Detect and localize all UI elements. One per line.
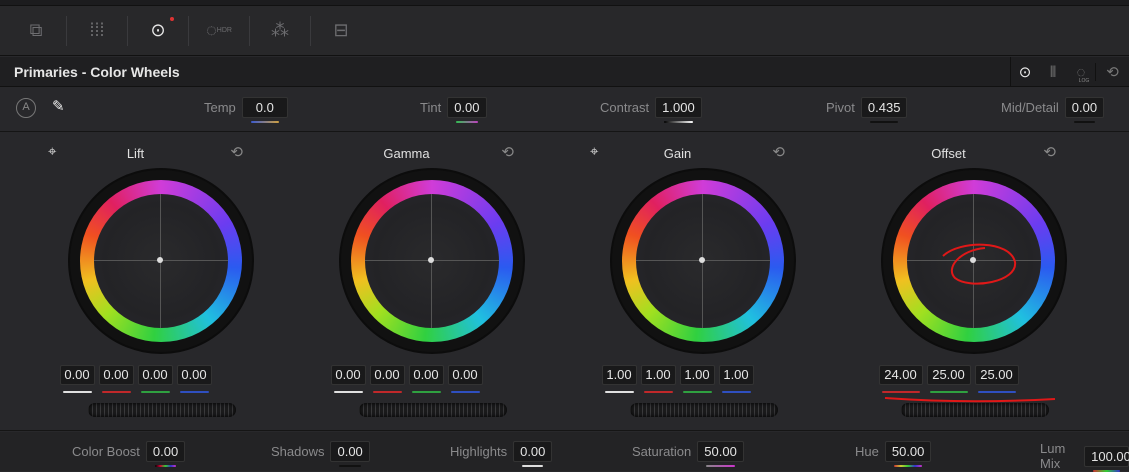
wheel-handle[interactable] <box>428 257 434 263</box>
tint-label: Tint <box>420 100 442 115</box>
adjustment-bar: A ✎ Temp 0.0 Tint 0.00 Contrast 1.000 Pivot… <box>0 88 1129 132</box>
g-value[interactable]: 25.00 <box>926 365 971 393</box>
y-value[interactable]: 0.00 <box>330 365 366 393</box>
lift-color-wheel[interactable] <box>70 170 252 352</box>
active-dot <box>170 16 174 21</box>
reset-icon[interactable]: ⟲ <box>230 143 243 161</box>
saturation-field[interactable]: 50.00 <box>697 441 744 467</box>
reset-icon[interactable]: ⟲ <box>772 143 785 161</box>
reset-icon[interactable]: ⟲ <box>1043 143 1056 161</box>
g-value[interactable]: 0.00 <box>137 365 173 393</box>
gain-color-wheel[interactable] <box>612 170 794 352</box>
hdr-wheels-icon[interactable]: ◌ HDR <box>197 15 241 47</box>
mid-detail-field[interactable]: 0.00 <box>1064 97 1105 123</box>
hdr-label: HDR <box>216 27 232 34</box>
pivot-value: 0.435 <box>867 100 901 115</box>
color-wheels-icon[interactable]: ⊙ <box>136 15 180 47</box>
g-value[interactable]: 0.00 <box>408 365 444 393</box>
b-value[interactable]: 0.00 <box>447 365 483 393</box>
master-wheel-slider[interactable] <box>359 403 507 417</box>
pivot-field[interactable]: 0.435 <box>860 97 908 123</box>
r-value[interactable]: 0.00 <box>369 365 405 393</box>
lum-mix-label: Lum Mix <box>1040 441 1066 471</box>
camera-raw-icon[interactable]: ⧉ <box>14 15 58 47</box>
lift-wheel-panel: ⌖ Lift ⟲ 0.00 0.00 0.00 0.00 <box>0 133 271 431</box>
saturation-label: Saturation <box>632 444 692 459</box>
color-boost-field[interactable]: 0.00 <box>145 441 186 467</box>
master-wheel-slider[interactable] <box>630 403 778 417</box>
lum-mix-field[interactable]: 100.00 <box>1084 445 1129 472</box>
gamma-wheel-panel: Gamma ⟲ 0.00 0.00 0.00 0.00 <box>271 133 542 431</box>
pivot-gradient <box>869 121 899 123</box>
y-value[interactable]: 0.00 <box>59 365 95 393</box>
divider <box>249 15 250 46</box>
wheel-handle[interactable] <box>157 257 163 263</box>
master-wheel-slider[interactable] <box>901 403 1049 417</box>
pivot-label: Pivot <box>826 100 855 115</box>
b-value[interactable]: 25.00 <box>974 365 1019 393</box>
reset-icon[interactable]: ⟲ <box>501 143 514 161</box>
divider <box>66 15 67 46</box>
mid-detail-label: Mid/Detail <box>1001 100 1059 115</box>
gain-wheel-panel: ⌖ Gain ⟲ 1.00 1.00 1.00 1.00 <box>542 133 813 431</box>
wheel-handle[interactable] <box>699 257 705 263</box>
color-wheels-area: ⌖ Lift ⟲ 0.00 0.00 0.00 0.00 Gamma ⟲ 0.0… <box>0 133 1129 431</box>
divider <box>188 15 189 46</box>
mid-detail-value: 0.00 <box>1071 100 1098 115</box>
gamma-color-wheel[interactable] <box>341 170 523 352</box>
shadows-label: Shadows <box>271 444 325 459</box>
g-value[interactable]: 1.00 <box>679 365 715 393</box>
contrast-value: 1.000 <box>662 100 695 115</box>
auto-balance-button[interactable]: A <box>16 98 36 118</box>
y-value[interactable]: 1.00 <box>601 365 637 393</box>
tint-gradient <box>456 121 478 123</box>
r-value[interactable]: 1.00 <box>640 365 676 393</box>
mid-detail-gradient <box>1073 121 1096 123</box>
offset-color-wheel[interactable] <box>883 170 1065 352</box>
offset-wheel-panel: Offset ⟲ 24.00 25.00 25.00 <box>813 133 1084 431</box>
tint-value: 0.00 <box>454 100 480 115</box>
panel-header: Primaries - Color Wheels ⊙ ⦀ ◌ LOG ⟲ <box>0 57 1129 87</box>
divider <box>127 15 128 46</box>
tint-field[interactable]: 0.00 <box>447 97 487 123</box>
wheels-mode-icon[interactable]: ⊙ <box>1011 63 1039 81</box>
log-label: LOG <box>1078 77 1090 84</box>
color-boost-label: Color Boost <box>72 444 140 459</box>
color-match-icon[interactable]: ⁞⁞⁞ <box>75 15 119 47</box>
highlights-label: Highlights <box>450 444 508 459</box>
contrast-gradient <box>664 121 693 123</box>
temp-label: Temp <box>204 100 236 115</box>
b-value[interactable]: 0.00 <box>176 365 212 393</box>
highlights-field[interactable]: 0.00 <box>513 441 553 467</box>
b-value[interactable]: 1.00 <box>718 365 754 393</box>
bars-mode-icon[interactable]: ⦀ <box>1039 64 1067 81</box>
r-value[interactable]: 24.00 <box>878 365 923 393</box>
panel-title: Primaries - Color Wheels <box>14 64 180 80</box>
hue-field[interactable]: 50.00 <box>884 441 932 467</box>
eyedropper-icon[interactable]: ✎ <box>52 97 65 115</box>
rgb-mixer-icon[interactable]: ⁂ <box>258 15 302 47</box>
motion-effects-icon[interactable]: ⊟ <box>319 15 363 47</box>
master-wheel-slider[interactable] <box>88 403 236 417</box>
bottom-adjustments: Color Boost 0.00 Shadows 0.00 Highlights 0.… <box>0 432 1129 472</box>
temp-field[interactable]: 0.0 <box>241 97 288 123</box>
log-mode-icon[interactable]: ◌ LOG <box>1067 64 1095 84</box>
palette-toolbar: ⧉ ⁞⁞⁞ ⊙ ◌ HDR ⁂ ⊟ <box>0 6 1129 56</box>
temp-value: 0.0 <box>255 100 274 115</box>
contrast-field[interactable]: 1.000 <box>655 97 702 123</box>
shadows-field[interactable]: 0.00 <box>330 441 370 467</box>
reset-all-icon[interactable]: ⟲ <box>1095 63 1129 81</box>
temp-gradient <box>250 121 279 123</box>
wheel-handle[interactable] <box>970 257 976 263</box>
divider <box>310 15 311 46</box>
contrast-label: Contrast <box>600 100 650 115</box>
r-value[interactable]: 0.00 <box>98 365 134 393</box>
hue-label: Hue <box>855 444 879 459</box>
